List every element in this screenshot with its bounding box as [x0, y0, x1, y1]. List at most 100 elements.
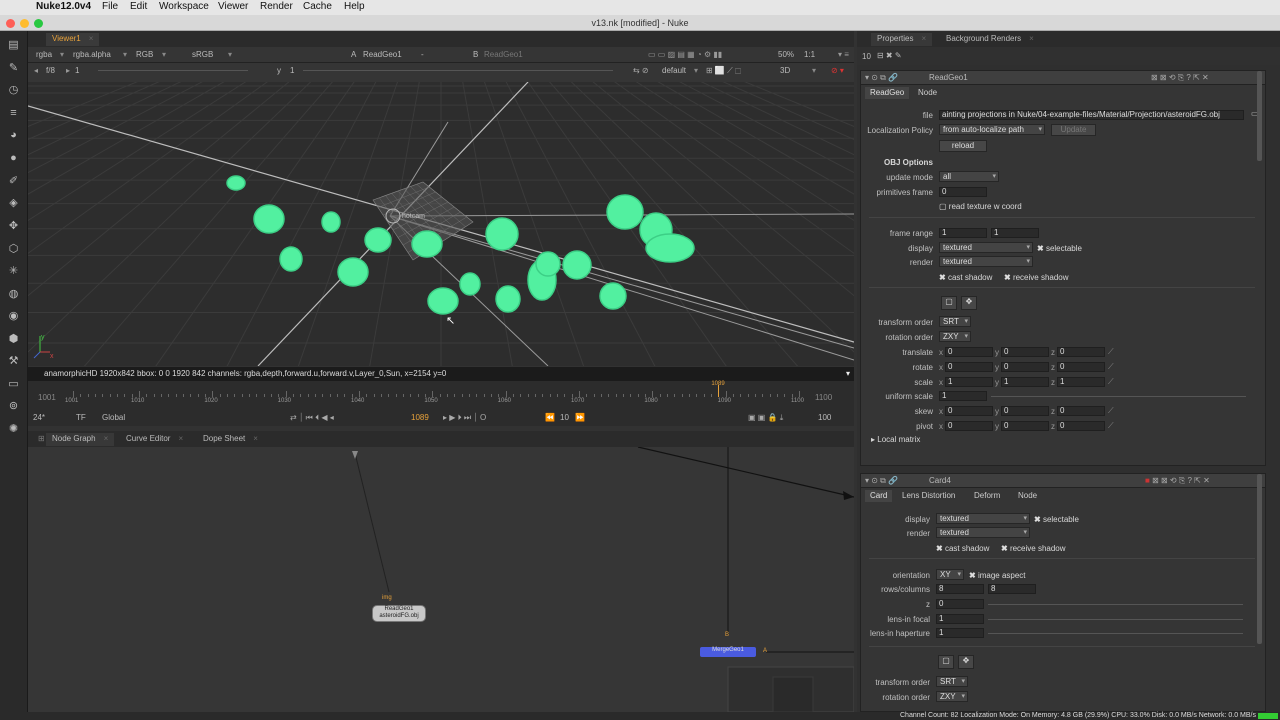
scrollbar[interactable] — [1257, 71, 1262, 161]
columns-field[interactable]: 8 — [988, 584, 1036, 594]
lock-icon[interactable]: ⊟ ✖ ✎ — [877, 51, 902, 60]
scrollbar[interactable] — [1257, 474, 1262, 644]
uniform-scale-field[interactable]: 1 — [939, 391, 987, 401]
close-icon[interactable]: × — [89, 34, 94, 43]
nuke-logo-icon[interactable]: ✺ — [7, 423, 20, 436]
node-graph[interactable]: img ReadGeo1 asteroidFG.obj B MergeGeo1 … — [28, 447, 854, 712]
rotate-z-field[interactable]: 0 — [1057, 362, 1105, 372]
close-icon[interactable]: × — [178, 434, 183, 443]
tab-deform[interactable]: Deform — [969, 490, 1005, 502]
mergegeo-node[interactable]: MergeGeo1 — [700, 647, 756, 657]
settings-icon[interactable]: ▾ ≡ — [838, 50, 849, 59]
rotation-order-dropdown[interactable]: ZXY — [936, 691, 968, 702]
axis-handle-icon[interactable]: ▢ — [938, 655, 954, 669]
timeline[interactable]: 1001 1100 1001 1010 1020 1030 1040 1050 1060 10… — [28, 381, 854, 411]
light-icon[interactable]: ⊞ ⬜ ⟋ ⬚ — [706, 66, 741, 76]
rows-field[interactable]: 8 — [936, 584, 984, 594]
channels-dropdown[interactable]: rgba — [36, 50, 52, 59]
ratio-dropdown[interactable]: 1:1 — [804, 50, 815, 59]
menu-file[interactable]: File — [102, 1, 118, 12]
lens-haperture-field[interactable]: 1 — [936, 628, 984, 638]
z-slider[interactable] — [988, 604, 1243, 605]
localization-dropdown[interactable]: from auto-localize path — [939, 124, 1045, 135]
local-matrix-toggle[interactable]: ▸ Local matrix — [871, 435, 920, 444]
input-a-operation[interactable]: - — [421, 50, 424, 59]
play-forward-icon[interactable]: ▸ ▶ ⏵ ⏭ ⏐ O — [443, 413, 486, 423]
image-tools-icon[interactable]: ▤ — [7, 39, 20, 52]
max-panels-field[interactable]: 10 — [862, 52, 871, 61]
menu-render[interactable]: Render — [260, 1, 293, 12]
timeline-start[interactable]: 1001 — [38, 393, 56, 402]
transform-order-dropdown[interactable]: SRT — [939, 316, 971, 327]
merge-tools-icon[interactable]: ◈ — [7, 197, 20, 210]
transform-handle-icon[interactable]: ✥ — [961, 296, 977, 310]
chevron-down-icon[interactable]: ▾ — [846, 367, 850, 381]
read-texture-checkbox[interactable]: ▢ read texture w coord — [939, 202, 1022, 211]
fps-dropdown[interactable]: 24* — [33, 413, 45, 422]
lock-icon[interactable]: ⇆ ⊘ — [633, 66, 649, 75]
forward-icon[interactable]: ▸ — [66, 66, 70, 75]
rotate-x-field[interactable]: 0 — [945, 362, 993, 372]
metadata-tools-icon[interactable]: ⬢ — [7, 333, 20, 346]
panel-buttons-icon[interactable]: ⊠ ⊠ ⟲ ⎘ ? ⇱ ✕ — [1151, 73, 1209, 83]
scope-dropdown[interactable]: Global — [102, 413, 125, 422]
translate-x-field[interactable]: 0 — [945, 347, 993, 357]
colorspace-dropdown[interactable]: sRGB — [192, 50, 213, 59]
tab-viewer1[interactable]: Viewer1 × — [46, 33, 100, 46]
render-dropdown[interactable]: textured — [936, 527, 1030, 538]
cast-shadow-checkbox[interactable]: ✖ cast shadow — [936, 544, 989, 553]
transform-tools-icon[interactable]: ✥ — [7, 220, 20, 233]
tab-dope-sheet[interactable]: Dope Sheet × — [197, 433, 264, 446]
frame-field[interactable]: 1 — [75, 66, 79, 75]
current-frame-field[interactable]: 1089 — [411, 413, 429, 422]
axis-handle-icon[interactable]: ▢ — [941, 296, 957, 310]
3d-tools-icon[interactable]: ⬡ — [7, 243, 20, 256]
transform-order-dropdown[interactable]: SRT — [936, 676, 968, 687]
render-dropdown[interactable]: textured — [939, 256, 1033, 267]
receive-shadow-checkbox[interactable]: ✖ receive shadow — [1001, 544, 1066, 553]
menu-cache[interactable]: Cache — [303, 1, 332, 12]
other-tools-icon[interactable]: ▭ — [7, 378, 20, 391]
update-button[interactable]: Update — [1051, 124, 1096, 136]
app-menu[interactable]: Nuke12.0v4 — [36, 1, 91, 12]
translate-z-field[interactable]: 0 — [1057, 347, 1105, 357]
panel-buttons-icon[interactable]: ■ ⊠ ⊠ ⟲ ⎘ ? ⇱ ✕ — [1145, 476, 1210, 486]
close-window-button[interactable] — [6, 19, 15, 28]
close-icon[interactable]: × — [921, 34, 926, 43]
fstop-dropdown[interactable]: f/8 — [46, 66, 55, 75]
update-mode-dropdown[interactable]: all — [939, 171, 999, 182]
curve-editor-icon[interactable]: ⟋ — [1108, 347, 1114, 357]
pivot-x-field[interactable]: 0 — [945, 421, 993, 431]
cast-shadow-checkbox[interactable]: ✖ cast shadow — [939, 273, 992, 282]
toolsets-icon[interactable]: ⚒ — [7, 355, 20, 368]
deep-tools-icon[interactable]: ◍ — [7, 288, 20, 301]
input-b-dropdown[interactable]: ReadGeo1 — [484, 50, 523, 59]
step-icon[interactable]: ⏪ — [545, 413, 555, 422]
3d-viewport[interactable]: hotcam y x ↖ — [28, 82, 854, 366]
tab-node[interactable]: Node — [1013, 490, 1042, 502]
timeline-ruler[interactable]: 1001 1010 1020 1030 1040 1050 1060 1070 1080 1090… — [65, 381, 804, 407]
scale-y-field[interactable]: 1 — [1001, 377, 1049, 387]
menu-help[interactable]: Help — [344, 1, 365, 12]
step-field[interactable]: 10 — [560, 413, 569, 422]
menu-viewer[interactable]: Viewer — [218, 1, 248, 12]
flipbook-icon[interactable]: ▣ ▣ 🔒 ⤓ — [748, 413, 783, 423]
tab-node-graph[interactable]: Node Graph × — [46, 433, 115, 446]
draw-tools-icon[interactable]: ✎ — [7, 62, 20, 75]
tab-properties[interactable]: Properties × — [871, 33, 933, 46]
pivot-y-field[interactable]: 0 — [1001, 421, 1049, 431]
frame-range-start[interactable]: 1 — [939, 228, 987, 238]
tf-dropdown[interactable]: TF — [76, 413, 86, 422]
keyer-tools-icon[interactable]: ✐ — [7, 175, 20, 188]
file-path-field[interactable]: ainting projections in Nuke/04-example-f… — [939, 110, 1244, 120]
furnace-tools-icon[interactable]: ⊚ — [7, 400, 20, 413]
display-dropdown[interactable]: textured — [936, 513, 1030, 524]
timeline-end[interactable]: 1100 — [815, 393, 832, 402]
pivot-z-field[interactable]: 0 — [1057, 421, 1105, 431]
frame-range-end[interactable]: 1 — [991, 228, 1039, 238]
readgeo-node[interactable]: ReadGeo1 asteroidFG.obj — [372, 605, 426, 622]
collapse-icon[interactable]: ▾ ⊙ ⧉ 🔗 — [865, 73, 898, 83]
node-name-field[interactable]: ReadGeo1 — [929, 73, 968, 82]
tab-background-renders[interactable]: Background Renders × — [940, 33, 1040, 46]
zoom-dropdown[interactable]: 50% — [778, 50, 794, 59]
